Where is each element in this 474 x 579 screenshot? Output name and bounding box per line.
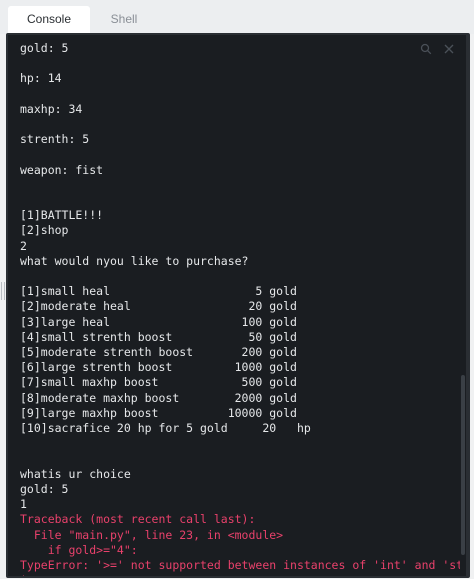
output-line: [1]small heal 5 gold [20,284,297,299]
output-line: [4]small strenth boost 50 gold [20,329,297,344]
console-output-area[interactable]: gold: 5 hp: 14 maxhp: 34 strenth: 5 weap… [8,35,466,576]
output-line: [9]large maxhp boost 10000 gold [20,405,297,420]
error-line: if gold>="4": [20,542,138,557]
output-line: 2 [20,238,27,253]
output-line: 1 [20,497,27,512]
output-line: [1]BATTLE!!! [20,208,104,223]
output-line: hp: 14 [20,71,62,86]
output-line: [5]moderate strenth boost 200 gold [20,345,297,360]
console-text: gold: 5 hp: 14 maxhp: 34 strenth: 5 weap… [20,41,466,576]
error-line: TypeError: '>=' not supported between in… [20,557,466,572]
scrollbar[interactable] [460,35,466,576]
tab-shell[interactable]: Shell [90,6,158,34]
scrollbar-thumb[interactable] [461,375,465,555]
error-line: ' [20,573,460,576]
error-line: Traceback (most recent call last): [20,512,256,527]
output-line: [3]large heal 100 gold [20,314,297,329]
output-line: [6]large strenth boost 1000 gold [20,360,297,375]
output-line: [2]moderate heal 20 gold [20,299,297,314]
output-line: strenth: 5 [20,132,90,147]
output-line: [8]moderate maxhp boost 2000 gold [20,390,297,405]
resize-handle[interactable] [1,282,5,300]
tab-console[interactable]: Console [8,6,90,34]
output-line: weapon: fist [20,162,104,177]
output-line: maxhp: 34 [20,101,83,116]
output-line: [2]shop [20,223,69,238]
output-line: gold: 5 [20,481,69,496]
error-line: File "main.py", line 23, in <module> [20,527,284,542]
output-line: what would nyou like to purchase? [20,253,249,268]
tab-bar: Console Shell [0,0,474,34]
output-line: [7]small maxhp boost 500 gold [20,375,297,390]
output-line: [10]sacrafice 20 hp for 5 gold 20 hp [20,421,311,436]
output-line: gold: 5 [20,41,69,55]
console-panel: gold: 5 hp: 14 maxhp: 34 strenth: 5 weap… [6,33,470,578]
output-line: whatis ur choice [20,466,131,481]
